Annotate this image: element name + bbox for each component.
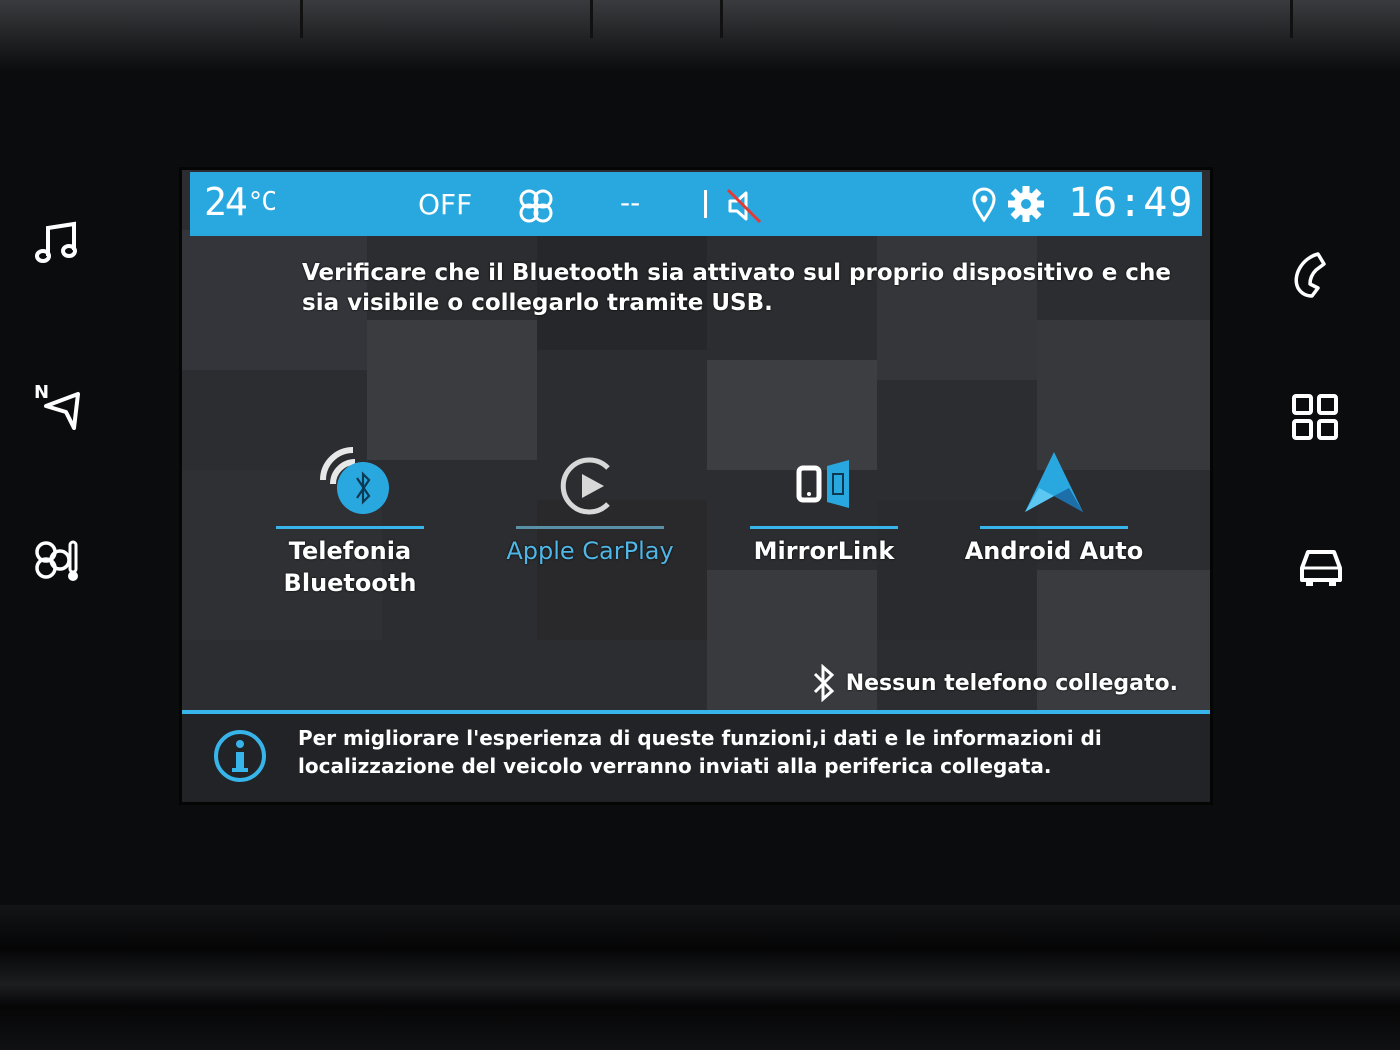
music-button[interactable]: [22, 208, 92, 278]
status-divider: [704, 190, 707, 218]
location-icon: [970, 186, 998, 222]
app-android-auto[interactable]: Android Auto: [964, 440, 1144, 567]
ac-state[interactable]: OFF: [418, 188, 472, 221]
bluetooth-instruction: Verificare che il Bluetooth sia attivato…: [302, 260, 1171, 316]
navigation-button[interactable]: N: [22, 368, 92, 438]
temperature-unit: °C: [247, 187, 277, 217]
vent-slat: [1290, 0, 1293, 38]
app-mirrorlink[interactable]: MirrorLink: [734, 440, 914, 567]
app-label: Apple CarPlay: [506, 537, 674, 565]
gear-icon[interactable]: [1004, 182, 1048, 226]
bluetooth-icon: [813, 664, 834, 702]
temperature-readout[interactable]: 24 °C: [204, 180, 277, 224]
no-phone-text: Nessun telefono collegato.: [845, 670, 1178, 696]
mirrorlink-icon: [789, 440, 859, 518]
info-text: Per migliorare l'esperienza di queste fu…: [298, 726, 1102, 778]
vehicle-button[interactable]: [1286, 530, 1356, 600]
android-auto-icon: [1019, 440, 1089, 518]
temperature-value: 24: [204, 180, 248, 224]
app-apple-carplay[interactable]: Apple CarPlay: [500, 440, 680, 567]
navigation-icon: N: [34, 382, 80, 430]
app-underline: [980, 526, 1128, 529]
mute-icon[interactable]: [724, 186, 764, 226]
info-icon[interactable]: [212, 728, 268, 788]
apps-grid-icon: [1292, 394, 1338, 440]
phone-icon: [1294, 252, 1326, 298]
clock: 16:49: [1068, 180, 1194, 226]
climate-button[interactable]: [22, 524, 92, 594]
connection-status: Nessun telefono collegato.: [810, 664, 1178, 702]
fan-speed: --: [620, 186, 641, 219]
vent-slat: [720, 0, 723, 38]
music-note-icon: [35, 221, 77, 263]
phone-button[interactable]: [1276, 238, 1346, 308]
dashboard-bottom-trim: [0, 905, 1400, 1050]
app-underline: [750, 526, 898, 529]
app-label: Telefonia Bluetooth: [283, 537, 417, 597]
app-underline: [516, 526, 664, 529]
bluetooth-phone-icon: [305, 440, 395, 518]
apps-button[interactable]: [1280, 382, 1350, 452]
carplay-icon: [558, 440, 622, 518]
infotainment-screen: 24 °C OFF -- 16:49 Verificare che il Blu…: [182, 170, 1210, 802]
app-telefonia-bluetooth[interactable]: Telefonia Bluetooth: [260, 440, 440, 599]
fan-icon[interactable]: [516, 186, 556, 226]
car-icon: [1300, 550, 1342, 586]
vent-slat: [590, 0, 593, 38]
app-label: MirrorLink: [753, 537, 895, 565]
vent-slat: [300, 0, 303, 38]
connectivity-apps: Telefonia Bluetooth Apple CarPlay Mirror…: [182, 440, 1210, 600]
climate-icon: [35, 540, 78, 581]
dashboard-top-trim: [0, 0, 1400, 70]
status-bar: 24 °C OFF -- 16:49: [190, 172, 1202, 236]
bg-tile: [367, 320, 537, 460]
app-label: Android Auto: [964, 537, 1144, 565]
app-underline: [276, 526, 424, 529]
svg-text:N: N: [34, 382, 49, 403]
info-panel: Per migliorare l'esperienza di queste fu…: [182, 714, 1210, 802]
